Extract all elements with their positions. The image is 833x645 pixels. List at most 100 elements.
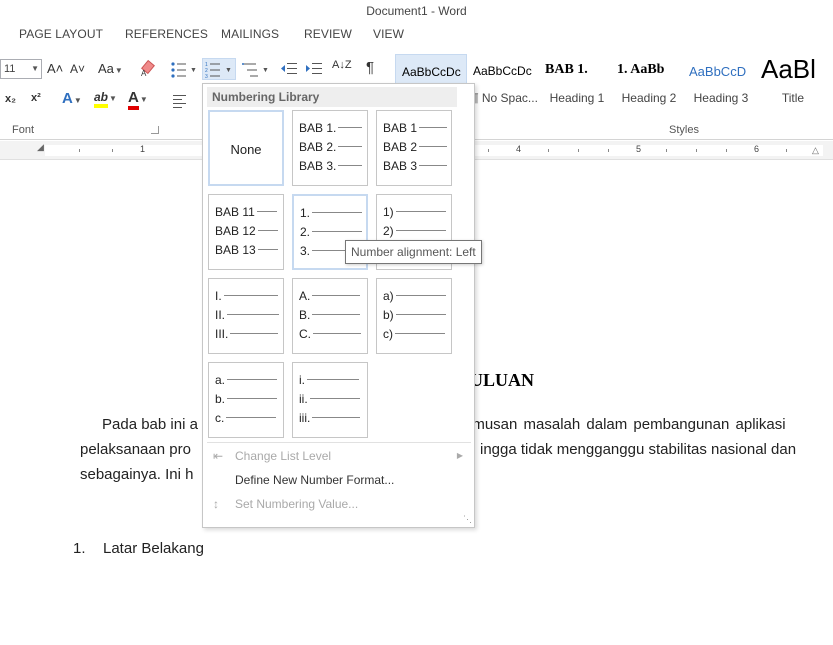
numbering-option-alpha-lower[interactable]: a. b. c. bbox=[208, 362, 284, 438]
right-indent-marker-icon[interactable]: △ bbox=[812, 145, 819, 156]
number-label: 2. bbox=[300, 224, 311, 239]
line-placeholder bbox=[312, 212, 363, 214]
font-dialog-launcher[interactable] bbox=[151, 126, 159, 134]
multilevel-list-button[interactable]: ▼ bbox=[242, 60, 270, 81]
style-title[interactable]: AaBl Title bbox=[757, 54, 829, 110]
list-item: BAB 12 bbox=[215, 223, 278, 238]
list-item: BAB 11 bbox=[215, 204, 277, 219]
numbering-option-roman-upper[interactable]: I. II. III. bbox=[208, 278, 284, 354]
font-size-combo[interactable]: 11 ▼ bbox=[0, 59, 42, 79]
number-label: c. bbox=[215, 410, 225, 425]
list-item: B. bbox=[299, 307, 361, 322]
superscript-icon[interactable]: x² bbox=[31, 92, 41, 104]
paragraph-line: Pada bab ini a bbox=[102, 416, 198, 433]
list-item: BAB 2 bbox=[383, 139, 448, 154]
tab-view[interactable]: VIEW bbox=[373, 27, 404, 41]
tab-page-layout[interactable]: PAGE LAYOUT bbox=[19, 27, 103, 41]
bullets-button[interactable]: ▼ bbox=[170, 60, 198, 81]
increase-indent-icon[interactable] bbox=[305, 61, 323, 80]
ruler-tick bbox=[79, 149, 80, 152]
style-sample: AaBbCcDc bbox=[473, 64, 532, 78]
ruler-tick bbox=[696, 149, 697, 152]
number-label: i. bbox=[299, 372, 305, 387]
change-list-level-item[interactable]: ⇤ Change List Level ▶ bbox=[207, 445, 471, 467]
list-item: c. bbox=[215, 410, 277, 425]
list-item: BAB 2. bbox=[299, 139, 363, 154]
highlight-color-button[interactable]: ab▼ bbox=[94, 90, 117, 108]
numbering-option-alpha-paren[interactable]: a) b) c) bbox=[376, 278, 452, 354]
tab-review[interactable]: REVIEW bbox=[304, 27, 352, 41]
ruler-number: 6 bbox=[754, 144, 760, 154]
number-alignment-tooltip: Number alignment: Left bbox=[345, 240, 482, 264]
numbering-button[interactable]: 1 2 3 ▼ bbox=[202, 58, 236, 80]
paragraph-line: ingga tidak mengganggu stabilitas nasion… bbox=[480, 441, 797, 458]
chevron-down-icon: ▼ bbox=[73, 96, 82, 105]
line-placeholder bbox=[395, 211, 446, 213]
text-effects-icon[interactable]: A▼ bbox=[62, 90, 82, 107]
numbering-option-roman-lower[interactable]: i. ii. iii. bbox=[292, 362, 368, 438]
indent-marker-icon[interactable]: ◢ bbox=[37, 142, 44, 153]
menu-item-label: Define New Number Format... bbox=[235, 473, 395, 487]
list-item: III. bbox=[215, 326, 279, 341]
none-label: None bbox=[230, 142, 262, 157]
style-heading-1[interactable]: BAB 1. Heading 1 bbox=[541, 54, 613, 110]
number-label: 2) bbox=[383, 223, 394, 238]
ruler-tick bbox=[488, 149, 489, 152]
chevron-down-icon: ▼ bbox=[139, 95, 148, 104]
ruler-tick bbox=[578, 149, 579, 152]
clear-formatting-icon[interactable]: A bbox=[140, 59, 158, 80]
numbering-option-bab-1x[interactable]: BAB 11 BAB 12 BAB 13 bbox=[208, 194, 284, 270]
chapter-heading: ULUAN bbox=[470, 370, 535, 390]
number-label: I. bbox=[215, 288, 222, 303]
tab-references[interactable]: REFERENCES bbox=[125, 27, 208, 41]
number-label: BAB 11 bbox=[215, 204, 255, 219]
font-color-button[interactable]: A▼ bbox=[128, 89, 148, 110]
show-formatting-icon[interactable]: ¶ bbox=[366, 59, 374, 76]
numbering-option-bab[interactable]: BAB 1 BAB 2 BAB 3 bbox=[376, 110, 452, 186]
set-numbering-value-item[interactable]: ↕ Set Numbering Value... bbox=[207, 493, 471, 515]
style-heading-3[interactable]: AaBbCcD Heading 3 bbox=[685, 54, 757, 110]
chevron-down-icon: ▼ bbox=[109, 94, 117, 103]
menu-separator bbox=[207, 442, 471, 443]
list-item: BAB 3. bbox=[299, 158, 363, 173]
style-name: Heading 3 bbox=[693, 91, 749, 105]
number-label: BAB 1. bbox=[299, 120, 337, 135]
list-item: b) bbox=[383, 307, 446, 322]
number-label: BAB 2. bbox=[299, 139, 337, 154]
numbering-option-bab-dot[interactable]: BAB 1. BAB 2. BAB 3. bbox=[292, 110, 368, 186]
decrease-indent-icon[interactable] bbox=[280, 61, 298, 80]
number-label: 1. bbox=[300, 205, 311, 220]
style-sample: AaBl bbox=[761, 54, 816, 84]
subscript-icon[interactable]: x₂ bbox=[5, 93, 16, 105]
ruler-number: 4 bbox=[516, 144, 522, 154]
tab-mailings[interactable]: MAILINGS bbox=[221, 27, 279, 41]
numbering-option-alpha-upper[interactable]: A. B. C. bbox=[292, 278, 368, 354]
style-name: ¶ No Spac... bbox=[472, 91, 538, 105]
highlight-label: ab bbox=[94, 90, 109, 108]
numbering-option-none[interactable]: None bbox=[208, 110, 284, 186]
list-item: II. bbox=[215, 307, 280, 322]
style-heading-2[interactable]: 1. AaBb Heading 2 bbox=[613, 54, 685, 110]
align-left-icon[interactable] bbox=[172, 94, 188, 111]
grow-font-icon[interactable]: A˄ bbox=[47, 61, 63, 76]
menu-header: Numbering Library bbox=[207, 87, 457, 107]
shrink-font-icon[interactable]: A˅ bbox=[70, 62, 85, 76]
change-case-button[interactable]: Aa▼ bbox=[98, 61, 123, 76]
line-placeholder bbox=[227, 314, 280, 316]
line-placeholder bbox=[419, 127, 448, 129]
style-no-spacing[interactable]: AaBbCcDc ¶ No Spac... bbox=[469, 54, 541, 110]
number-label: 1) bbox=[383, 204, 394, 219]
ruler-tick bbox=[666, 149, 667, 152]
ruler-tick bbox=[548, 149, 549, 152]
line-placeholder bbox=[312, 314, 361, 316]
line-placeholder bbox=[309, 398, 360, 400]
define-new-number-format-item[interactable]: Define New Number Format... bbox=[207, 469, 471, 491]
svg-text:A: A bbox=[141, 69, 147, 77]
list-item: C. bbox=[299, 326, 361, 341]
chevron-down-icon[interactable]: ▼ bbox=[31, 60, 39, 78]
menu-item-label: Set Numbering Value... bbox=[235, 497, 359, 511]
sort-icon[interactable]: A↓Z bbox=[332, 59, 352, 71]
resize-grip-icon[interactable]: ⋱ bbox=[463, 514, 472, 525]
line-placeholder bbox=[227, 398, 278, 400]
style-sample: AaBbCcDc bbox=[402, 65, 461, 79]
